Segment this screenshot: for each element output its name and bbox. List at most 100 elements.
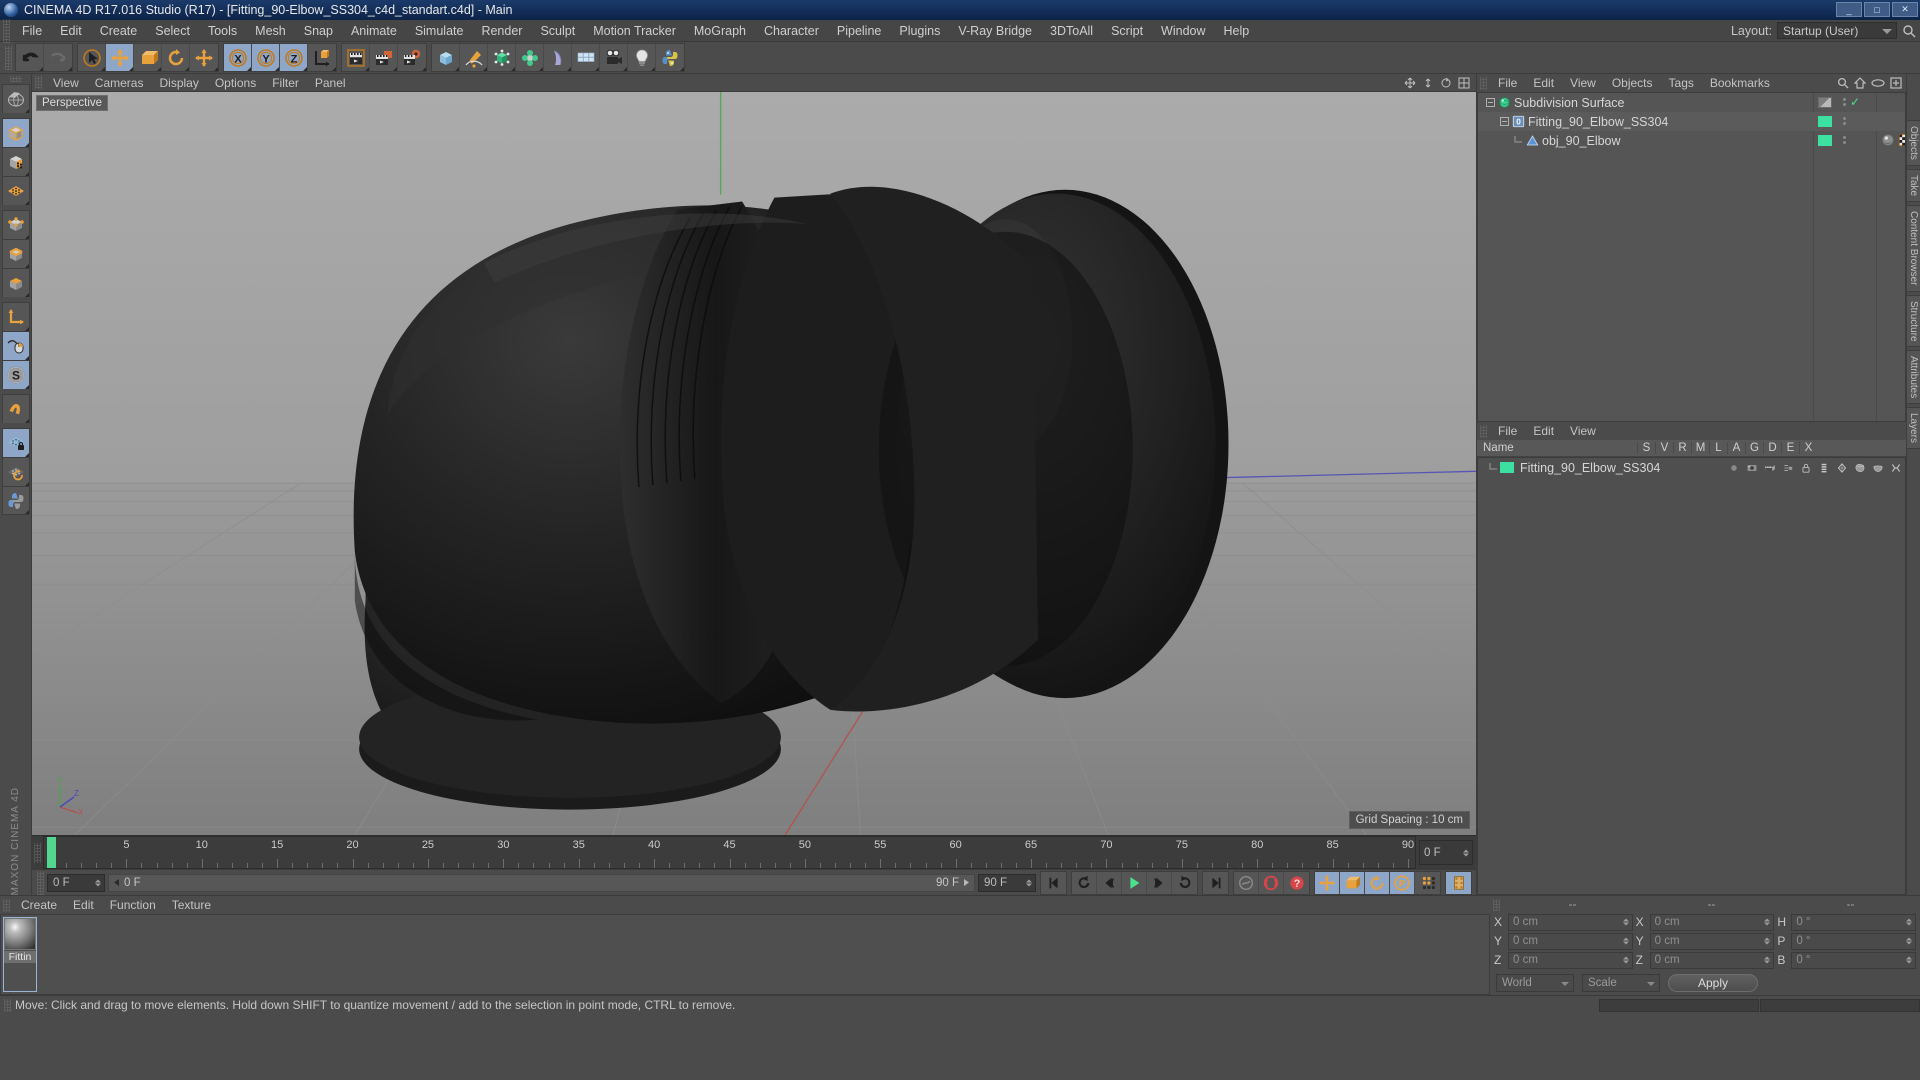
- size-x-field[interactable]: 0 cm: [1650, 914, 1775, 931]
- layer-manager-icon[interactable]: [1779, 462, 1797, 474]
- layer-render-icon[interactable]: [1761, 462, 1779, 474]
- uvw-tag-icon[interactable]: [1898, 133, 1906, 150]
- layer-generator-icon[interactable]: [1833, 462, 1851, 474]
- close-button[interactable]: ✕: [1892, 2, 1918, 17]
- object-name[interactable]: Subdivision Surface: [1514, 96, 1905, 110]
- preview-range-bar[interactable]: 0 F 90 F: [108, 874, 975, 892]
- four-view-icon[interactable]: [1458, 77, 1470, 89]
- enable-checkmark-icon[interactable]: ✓: [1850, 95, 1860, 109]
- timeline-ruler[interactable]: 051015202530354045505560657075808590: [43, 836, 1416, 869]
- left-palette-grip-handle[interactable]: [10, 76, 22, 82]
- expand-collapse-icon[interactable]: [1484, 98, 1497, 107]
- layer-column-a[interactable]: A: [1727, 442, 1745, 454]
- object-name[interactable]: obj_90_Elbow: [1542, 134, 1905, 148]
- edge-tab-objects[interactable]: Objects: [1906, 120, 1920, 166]
- material-menu-create[interactable]: Create: [13, 896, 65, 914]
- visibility-dots-icon[interactable]: [1843, 117, 1846, 125]
- flyout-corner-icon[interactable]: [214, 67, 218, 71]
- light-icon[interactable]: [628, 44, 656, 71]
- record-pla-icon[interactable]: [1415, 872, 1440, 894]
- size-y-field[interactable]: 0 cm: [1650, 933, 1775, 950]
- array-scene-icon[interactable]: [516, 44, 544, 71]
- layer-deformer-icon[interactable]: [1851, 462, 1869, 474]
- redo-icon[interactable]: [44, 44, 72, 71]
- spline-pen-icon[interactable]: [460, 44, 488, 71]
- layer-solo-icon[interactable]: [1725, 462, 1743, 474]
- record-scale-icon[interactable]: [1340, 872, 1365, 894]
- edge-tab-layers[interactable]: Layers: [1906, 407, 1920, 449]
- viewport-grip-handle[interactable]: [35, 76, 42, 89]
- stepper-icon[interactable]: [1026, 879, 1032, 886]
- menu-select[interactable]: Select: [146, 20, 199, 42]
- object-menu-edit[interactable]: Edit: [1525, 74, 1562, 92]
- points-mode-icon[interactable]: [2, 210, 30, 239]
- layer-rows-area[interactable]: Fitting_90_Elbow_SS304: [1477, 457, 1906, 895]
- edges-mode-icon[interactable]: [2, 239, 30, 268]
- layer-menu-edit[interactable]: Edit: [1525, 422, 1562, 440]
- polygons-mode-icon[interactable]: [2, 268, 30, 297]
- axis-y-icon[interactable]: Y: [252, 44, 280, 71]
- flyout-corner-icon[interactable]: [39, 67, 43, 71]
- menu-create[interactable]: Create: [91, 20, 147, 42]
- layer-row[interactable]: Fitting_90_Elbow_SS304: [1478, 458, 1905, 477]
- material-menu-function[interactable]: Function: [102, 896, 164, 914]
- play-loop-icon[interactable]: [1172, 872, 1197, 894]
- expand-icon[interactable]: [1890, 77, 1902, 89]
- coord-system-dropdown[interactable]: World: [1496, 974, 1574, 992]
- record-active-objects-icon[interactable]: [1234, 872, 1259, 894]
- timeline-icon[interactable]: [1446, 872, 1471, 894]
- rotation-b-field[interactable]: 0 °: [1791, 952, 1916, 969]
- layer-column-d[interactable]: D: [1763, 442, 1781, 454]
- layer-column-m[interactable]: M: [1691, 442, 1709, 454]
- workplane-mode-icon[interactable]: [2, 176, 30, 205]
- render-settings-icon[interactable]: [398, 44, 426, 71]
- layer-column-v[interactable]: V: [1655, 442, 1673, 454]
- layer-animation-icon[interactable]: [1815, 462, 1833, 474]
- menu-mesh[interactable]: Mesh: [246, 20, 295, 42]
- workplane-rotate-icon[interactable]: [2, 457, 30, 486]
- record-position-icon[interactable]: [1315, 872, 1340, 894]
- position-x-field[interactable]: 0 cm: [1508, 914, 1633, 931]
- range-end-handle-icon[interactable]: [962, 878, 971, 887]
- material-manager-grip-handle[interactable]: [3, 899, 10, 912]
- autokeying-icon[interactable]: [1259, 872, 1284, 894]
- coordinates-grip-handle[interactable]: [1493, 899, 1500, 911]
- menu-window[interactable]: Window: [1152, 20, 1214, 42]
- play-reverse-icon[interactable]: [1072, 872, 1097, 894]
- step-back-icon[interactable]: [1097, 872, 1122, 894]
- current-frame-field[interactable]: 0 F: [47, 874, 105, 892]
- object-manager-tree[interactable]: Subdivision Surface✓0Fitting_90_Elbow_SS…: [1477, 92, 1906, 422]
- flyout-corner-icon[interactable]: [101, 67, 105, 71]
- layer-expression-icon[interactable]: [1869, 462, 1887, 474]
- flyout-corner-icon[interactable]: [303, 67, 307, 71]
- coord-mode-dropdown[interactable]: Scale: [1582, 974, 1660, 992]
- object-menu-bookmarks[interactable]: Bookmarks: [1702, 74, 1778, 92]
- layer-column-x[interactable]: X: [1799, 442, 1817, 454]
- move-alt-icon[interactable]: [190, 44, 218, 71]
- flyout-corner-icon[interactable]: [511, 67, 515, 71]
- search-icon[interactable]: [1837, 77, 1849, 89]
- layer-menu-file[interactable]: File: [1490, 422, 1525, 440]
- minimize-button[interactable]: _: [1836, 2, 1862, 17]
- enable-axis-mouse-icon[interactable]: [2, 331, 30, 360]
- soft-selection-icon[interactable]: S: [2, 360, 30, 389]
- subdivision-surface-icon[interactable]: [1497, 95, 1514, 110]
- object-name[interactable]: Fitting_90_Elbow_SS304: [1528, 115, 1905, 129]
- move-view-icon[interactable]: [1404, 77, 1416, 89]
- material-preview-sphere[interactable]: [4, 918, 36, 950]
- object-row[interactable]: obj_90_Elbow: [1478, 131, 1905, 150]
- python-generator-icon[interactable]: [2, 486, 30, 515]
- size-z-field[interactable]: 0 cm: [1650, 952, 1775, 969]
- flyout-corner-icon[interactable]: [595, 67, 599, 71]
- viewport-menu-cameras[interactable]: Cameras: [87, 74, 152, 92]
- flyout-corner-icon[interactable]: [623, 67, 627, 71]
- floor-environment-icon[interactable]: [572, 44, 600, 71]
- layer-lock-icon[interactable]: [1797, 462, 1815, 474]
- stepper-icon[interactable]: [1906, 919, 1912, 926]
- menu-sculpt[interactable]: Sculpt: [531, 20, 584, 42]
- go-to-start-icon[interactable]: [1041, 872, 1066, 894]
- perspective-viewport[interactable]: Perspective Grid Spacing : 10 cm Y Z X: [32, 92, 1476, 835]
- rotation-p-field[interactable]: 0 °: [1791, 933, 1916, 950]
- stepper-icon[interactable]: [1764, 919, 1770, 926]
- playback-grip-handle[interactable]: [37, 871, 44, 895]
